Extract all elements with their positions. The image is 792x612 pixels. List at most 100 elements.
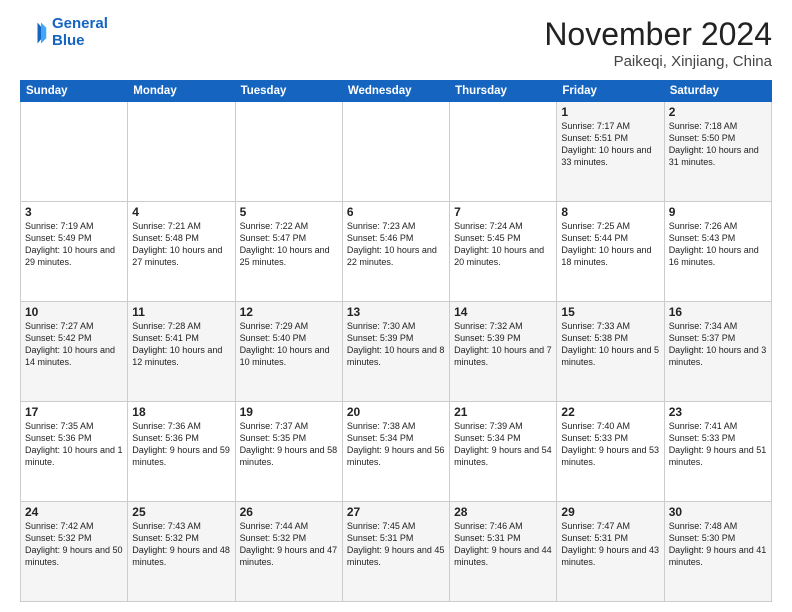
calendar-cell: 6Sunrise: 7:23 AM Sunset: 5:46 PM Daylig… (342, 202, 449, 302)
day-number: 9 (669, 205, 767, 219)
calendar-cell: 16Sunrise: 7:34 AM Sunset: 5:37 PM Dayli… (664, 302, 771, 402)
calendar-cell: 8Sunrise: 7:25 AM Sunset: 5:44 PM Daylig… (557, 202, 664, 302)
calendar-cell (342, 102, 449, 202)
cell-text: Sunrise: 7:32 AM Sunset: 5:39 PM Dayligh… (454, 320, 552, 369)
title-block: November 2024 Paikeqi, Xinjiang, China (544, 16, 772, 70)
day-of-week-wednesday: Wednesday (342, 81, 449, 102)
day-of-week-thursday: Thursday (450, 81, 557, 102)
calendar-cell: 29Sunrise: 7:47 AM Sunset: 5:31 PM Dayli… (557, 502, 664, 602)
calendar-week-2: 3Sunrise: 7:19 AM Sunset: 5:49 PM Daylig… (21, 202, 772, 302)
calendar-cell: 27Sunrise: 7:45 AM Sunset: 5:31 PM Dayli… (342, 502, 449, 602)
page: General Blue November 2024 Paikeqi, Xinj… (0, 0, 792, 612)
cell-text: Sunrise: 7:43 AM Sunset: 5:32 PM Dayligh… (132, 520, 230, 569)
cell-text: Sunrise: 7:26 AM Sunset: 5:43 PM Dayligh… (669, 220, 767, 269)
day-number: 18 (132, 405, 230, 419)
day-number: 14 (454, 305, 552, 319)
calendar-cell: 3Sunrise: 7:19 AM Sunset: 5:49 PM Daylig… (21, 202, 128, 302)
calendar-cell: 4Sunrise: 7:21 AM Sunset: 5:48 PM Daylig… (128, 202, 235, 302)
day-of-week-friday: Friday (557, 81, 664, 102)
calendar-cell: 13Sunrise: 7:30 AM Sunset: 5:39 PM Dayli… (342, 302, 449, 402)
cell-text: Sunrise: 7:22 AM Sunset: 5:47 PM Dayligh… (240, 220, 338, 269)
day-number: 7 (454, 205, 552, 219)
calendar-cell: 23Sunrise: 7:41 AM Sunset: 5:33 PM Dayli… (664, 402, 771, 502)
day-number: 29 (561, 505, 659, 519)
day-number: 13 (347, 305, 445, 319)
logo-line2: Blue (52, 32, 85, 49)
header: General Blue November 2024 Paikeqi, Xinj… (20, 16, 772, 70)
cell-text: Sunrise: 7:36 AM Sunset: 5:36 PM Dayligh… (132, 420, 230, 469)
cell-text: Sunrise: 7:27 AM Sunset: 5:42 PM Dayligh… (25, 320, 123, 369)
day-number: 5 (240, 205, 338, 219)
calendar-week-3: 10Sunrise: 7:27 AM Sunset: 5:42 PM Dayli… (21, 302, 772, 402)
cell-text: Sunrise: 7:23 AM Sunset: 5:46 PM Dayligh… (347, 220, 445, 269)
day-number: 12 (240, 305, 338, 319)
day-number: 19 (240, 405, 338, 419)
day-number: 20 (347, 405, 445, 419)
calendar-cell: 10Sunrise: 7:27 AM Sunset: 5:42 PM Dayli… (21, 302, 128, 402)
cell-text: Sunrise: 7:45 AM Sunset: 5:31 PM Dayligh… (347, 520, 445, 569)
calendar-cell: 20Sunrise: 7:38 AM Sunset: 5:34 PM Dayli… (342, 402, 449, 502)
day-number: 1 (561, 105, 659, 119)
calendar-cell (21, 102, 128, 202)
cell-text: Sunrise: 7:28 AM Sunset: 5:41 PM Dayligh… (132, 320, 230, 369)
cell-text: Sunrise: 7:19 AM Sunset: 5:49 PM Dayligh… (25, 220, 123, 269)
calendar-cell: 2Sunrise: 7:18 AM Sunset: 5:50 PM Daylig… (664, 102, 771, 202)
cell-text: Sunrise: 7:25 AM Sunset: 5:44 PM Dayligh… (561, 220, 659, 269)
cell-text: Sunrise: 7:44 AM Sunset: 5:32 PM Dayligh… (240, 520, 338, 569)
calendar-cell: 15Sunrise: 7:33 AM Sunset: 5:38 PM Dayli… (557, 302, 664, 402)
day-number: 26 (240, 505, 338, 519)
calendar: SundayMondayTuesdayWednesdayThursdayFrid… (20, 80, 772, 602)
calendar-cell: 19Sunrise: 7:37 AM Sunset: 5:35 PM Dayli… (235, 402, 342, 502)
cell-text: Sunrise: 7:30 AM Sunset: 5:39 PM Dayligh… (347, 320, 445, 369)
calendar-cell: 5Sunrise: 7:22 AM Sunset: 5:47 PM Daylig… (235, 202, 342, 302)
logo-text: General Blue (52, 16, 108, 49)
cell-text: Sunrise: 7:41 AM Sunset: 5:33 PM Dayligh… (669, 420, 767, 469)
cell-text: Sunrise: 7:18 AM Sunset: 5:50 PM Dayligh… (669, 120, 767, 169)
day-number: 11 (132, 305, 230, 319)
calendar-cell: 22Sunrise: 7:40 AM Sunset: 5:33 PM Dayli… (557, 402, 664, 502)
day-number: 21 (454, 405, 552, 419)
day-number: 30 (669, 505, 767, 519)
cell-text: Sunrise: 7:34 AM Sunset: 5:37 PM Dayligh… (669, 320, 767, 369)
logo-line1: General (52, 15, 108, 32)
calendar-body: 1Sunrise: 7:17 AM Sunset: 5:51 PM Daylig… (21, 102, 772, 602)
cell-text: Sunrise: 7:46 AM Sunset: 5:31 PM Dayligh… (454, 520, 552, 569)
cell-text: Sunrise: 7:29 AM Sunset: 5:40 PM Dayligh… (240, 320, 338, 369)
cell-text: Sunrise: 7:24 AM Sunset: 5:45 PM Dayligh… (454, 220, 552, 269)
calendar-cell: 25Sunrise: 7:43 AM Sunset: 5:32 PM Dayli… (128, 502, 235, 602)
day-number: 6 (347, 205, 445, 219)
day-number: 2 (669, 105, 767, 119)
day-of-week-saturday: Saturday (664, 81, 771, 102)
day-number: 28 (454, 505, 552, 519)
day-number: 23 (669, 405, 767, 419)
calendar-cell: 28Sunrise: 7:46 AM Sunset: 5:31 PM Dayli… (450, 502, 557, 602)
cell-text: Sunrise: 7:33 AM Sunset: 5:38 PM Dayligh… (561, 320, 659, 369)
logo-icon (20, 19, 48, 47)
calendar-cell (450, 102, 557, 202)
day-number: 22 (561, 405, 659, 419)
calendar-header-row: SundayMondayTuesdayWednesdayThursdayFrid… (21, 81, 772, 102)
calendar-cell: 30Sunrise: 7:48 AM Sunset: 5:30 PM Dayli… (664, 502, 771, 602)
cell-text: Sunrise: 7:39 AM Sunset: 5:34 PM Dayligh… (454, 420, 552, 469)
calendar-cell (235, 102, 342, 202)
cell-text: Sunrise: 7:48 AM Sunset: 5:30 PM Dayligh… (669, 520, 767, 569)
calendar-cell: 21Sunrise: 7:39 AM Sunset: 5:34 PM Dayli… (450, 402, 557, 502)
day-number: 4 (132, 205, 230, 219)
day-number: 10 (25, 305, 123, 319)
calendar-cell (128, 102, 235, 202)
calendar-week-4: 17Sunrise: 7:35 AM Sunset: 5:36 PM Dayli… (21, 402, 772, 502)
calendar-cell: 14Sunrise: 7:32 AM Sunset: 5:39 PM Dayli… (450, 302, 557, 402)
calendar-cell: 9Sunrise: 7:26 AM Sunset: 5:43 PM Daylig… (664, 202, 771, 302)
cell-text: Sunrise: 7:47 AM Sunset: 5:31 PM Dayligh… (561, 520, 659, 569)
calendar-cell: 1Sunrise: 7:17 AM Sunset: 5:51 PM Daylig… (557, 102, 664, 202)
calendar-cell: 11Sunrise: 7:28 AM Sunset: 5:41 PM Dayli… (128, 302, 235, 402)
calendar-week-1: 1Sunrise: 7:17 AM Sunset: 5:51 PM Daylig… (21, 102, 772, 202)
calendar-cell: 7Sunrise: 7:24 AM Sunset: 5:45 PM Daylig… (450, 202, 557, 302)
cell-text: Sunrise: 7:35 AM Sunset: 5:36 PM Dayligh… (25, 420, 123, 469)
day-of-week-sunday: Sunday (21, 81, 128, 102)
day-of-week-monday: Monday (128, 81, 235, 102)
day-number: 24 (25, 505, 123, 519)
logo: General Blue (20, 16, 108, 49)
day-number: 25 (132, 505, 230, 519)
day-number: 17 (25, 405, 123, 419)
